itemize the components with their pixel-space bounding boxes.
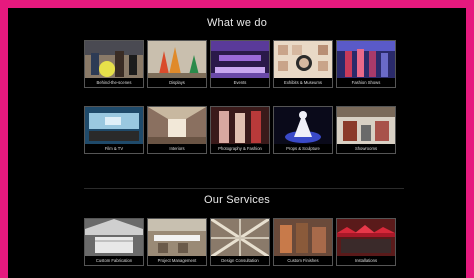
tile-caption: Photography & Fashion bbox=[211, 144, 269, 153]
thumbnail-image bbox=[274, 219, 332, 257]
our-services-row: Custom Fabrication Project Management De… bbox=[84, 218, 396, 266]
tile-interiors[interactable]: Interiors bbox=[147, 106, 207, 154]
tile-caption: Showrooms bbox=[337, 144, 395, 153]
thumbnail-image bbox=[85, 219, 143, 257]
thumbnail-image bbox=[337, 219, 395, 257]
tile-caption: Project Management bbox=[148, 256, 206, 265]
section-divider bbox=[84, 188, 404, 189]
tile-behind-the-scenes[interactable]: Behind-the-scenes bbox=[84, 40, 144, 88]
thumbnail-image bbox=[148, 107, 206, 145]
tile-caption: Custom Finishes bbox=[274, 256, 332, 265]
thumbnail-image bbox=[148, 41, 206, 79]
tile-fashion-shows[interactable]: Fashion Shows bbox=[336, 40, 396, 88]
tile-props-sculpture[interactable]: Props & Sculpture bbox=[273, 106, 333, 154]
tile-caption: Custom Fabrication bbox=[85, 256, 143, 265]
thumbnail-image bbox=[85, 41, 143, 79]
tile-showrooms[interactable]: Showrooms bbox=[336, 106, 396, 154]
thumbnail-image bbox=[211, 219, 269, 257]
tile-caption: Installations bbox=[337, 256, 395, 265]
tile-installations[interactable]: Installations bbox=[336, 218, 396, 266]
what-we-do-row-2: Film & TV Interiors Photography & Fashio… bbox=[84, 106, 396, 154]
thumbnail-image bbox=[148, 219, 206, 257]
tile-caption: Exhibits & Museums bbox=[274, 78, 332, 87]
tile-film-tv[interactable]: Film & TV bbox=[84, 106, 144, 154]
section-title-our-services: Our Services bbox=[204, 194, 270, 206]
what-we-do-row-1: Behind-the-scenes Displays Events Exhibi… bbox=[84, 40, 396, 88]
tile-caption: Fashion Shows bbox=[337, 78, 395, 87]
thumbnail-image bbox=[337, 107, 395, 145]
tile-exhibits-museums[interactable]: Exhibits & Museums bbox=[273, 40, 333, 88]
thumbnail-image bbox=[337, 41, 395, 79]
tile-caption: Interiors bbox=[148, 144, 206, 153]
tile-caption: Displays bbox=[148, 78, 206, 87]
tile-caption: Behind-the-scenes bbox=[85, 78, 143, 87]
tile-caption: Events bbox=[211, 78, 269, 87]
tile-design-consultation[interactable]: Design Consultation bbox=[210, 218, 270, 266]
thumbnail-image bbox=[211, 41, 269, 79]
tile-photography-fashion[interactable]: Photography & Fashion bbox=[210, 106, 270, 154]
thumbnail-image bbox=[211, 107, 269, 145]
thumbnail-image bbox=[85, 107, 143, 145]
tile-caption: Design Consultation bbox=[211, 256, 269, 265]
thumbnail-image bbox=[274, 41, 332, 79]
tile-displays[interactable]: Displays bbox=[147, 40, 207, 88]
tile-custom-fabrication[interactable]: Custom Fabrication bbox=[84, 218, 144, 266]
section-title-what-we-do: What we do bbox=[206, 17, 268, 29]
tile-caption: Film & TV bbox=[85, 144, 143, 153]
tile-events[interactable]: Events bbox=[210, 40, 270, 88]
content-panel: What we do Behind-the-scenes Displays Ev… bbox=[8, 8, 466, 278]
tile-custom-finishes[interactable]: Custom Finishes bbox=[273, 218, 333, 266]
tile-project-management[interactable]: Project Management bbox=[147, 218, 207, 266]
tile-caption: Props & Sculpture bbox=[274, 144, 332, 153]
thumbnail-image bbox=[274, 107, 332, 145]
